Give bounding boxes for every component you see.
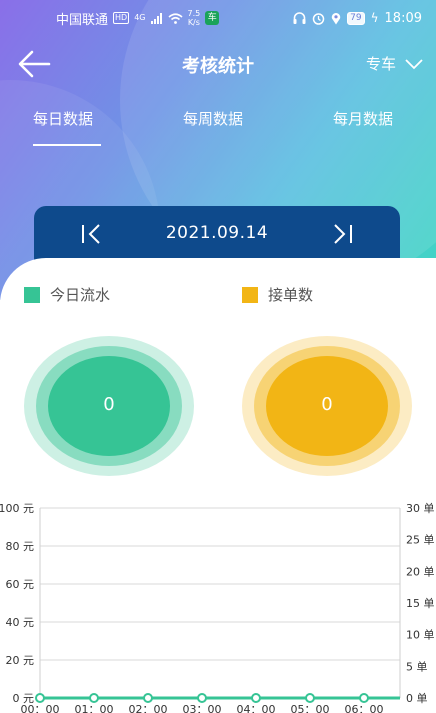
x-tick-label: 06：00: [345, 703, 384, 713]
alarm-icon: [312, 12, 325, 25]
car-app-icon: 车: [205, 11, 220, 25]
data-point: [251, 693, 261, 703]
charging-icon: ϟ: [370, 11, 379, 25]
orders-circle: 0: [242, 336, 412, 476]
tab-weekly[interactable]: 每周数据: [183, 108, 243, 129]
x-tick-label: 04：00: [237, 703, 276, 713]
hourly-line-chart: 0 元20 元40 元60 元80 元100 元0 单5 单10 单15 单20…: [0, 502, 435, 713]
hd-badge: HD: [113, 12, 130, 24]
network-speed: 7.5 K/s: [187, 9, 201, 27]
x-tick-label: 05：00: [291, 703, 330, 713]
data-point: [35, 693, 45, 703]
revenue-value: 0: [103, 394, 115, 415]
y-left-tick-label: 80 元: [6, 540, 35, 553]
x-tick-label: 01：00: [75, 703, 114, 713]
y-right-tick-label: 15 单: [406, 597, 435, 610]
x-tick-label: 02：00: [129, 703, 168, 713]
legend-orders-label: 接单数: [268, 286, 314, 304]
y-right-tick-label: 25 单: [406, 534, 435, 547]
x-tick-label: 03：00: [183, 703, 222, 713]
y-right-tick-label: 5 单: [406, 660, 428, 673]
network-type: 4G: [134, 13, 146, 22]
y-right-tick-label: 10 单: [406, 629, 435, 642]
wifi-icon: [167, 12, 183, 24]
period-tabs: 每日数据 每周数据 每月数据: [0, 108, 436, 148]
tab-daily[interactable]: 每日数据: [33, 108, 93, 129]
vehicle-type-label: 专车: [365, 55, 396, 73]
x-tick-label: 00：00: [21, 703, 60, 713]
signal-icon: [150, 12, 162, 24]
last-date-icon[interactable]: [330, 222, 354, 246]
data-point: [143, 693, 153, 703]
y-left-tick-label: 20 元: [6, 654, 35, 667]
location-icon: [331, 12, 341, 24]
revenue-circle: 0: [24, 336, 194, 476]
status-bar: 中国联通 HD 4G 7.5 K/s 车 79 ϟ 18:09: [0, 0, 436, 36]
y-left-tick-label: 40 元: [6, 616, 35, 629]
tab-monthly[interactable]: 每月数据: [333, 108, 393, 129]
data-point: [359, 693, 369, 703]
vehicle-type-dropdown[interactable]: 专车: [366, 53, 424, 74]
clock-time: 18:09: [384, 10, 422, 26]
legend-orders-swatch: [242, 286, 258, 303]
stats-panel: 今日流水 接单数 0 0 0 元 20 元 40 元 60 元 80 元 100 元0 单…: [0, 258, 436, 713]
legend-orders: 接单数: [242, 284, 313, 305]
data-point: [305, 693, 315, 703]
headphones-icon: [293, 12, 306, 24]
y-right-tick-label: 0 单: [406, 692, 428, 705]
y-left-tick-label: 60 元: [6, 578, 35, 591]
legend-revenue: 今日流水: [24, 284, 110, 305]
carrier-name: 中国联通: [56, 12, 109, 28]
orders-value: 0: [321, 394, 333, 415]
battery-icon: 79: [347, 11, 365, 25]
data-point: [197, 693, 207, 703]
active-tab-indicator: [33, 144, 101, 146]
y-right-tick-label: 20 单: [406, 565, 435, 578]
legend-revenue-swatch: [24, 286, 40, 303]
y-right-tick-label: 30 单: [406, 502, 435, 515]
y-left-tick-label: 100 元: [0, 502, 34, 515]
data-point: [89, 693, 99, 703]
legend-revenue-label: 今日流水: [50, 286, 111, 304]
nav-bar: 考核统计 专车: [0, 44, 436, 84]
chevron-down-icon: [405, 58, 423, 69]
